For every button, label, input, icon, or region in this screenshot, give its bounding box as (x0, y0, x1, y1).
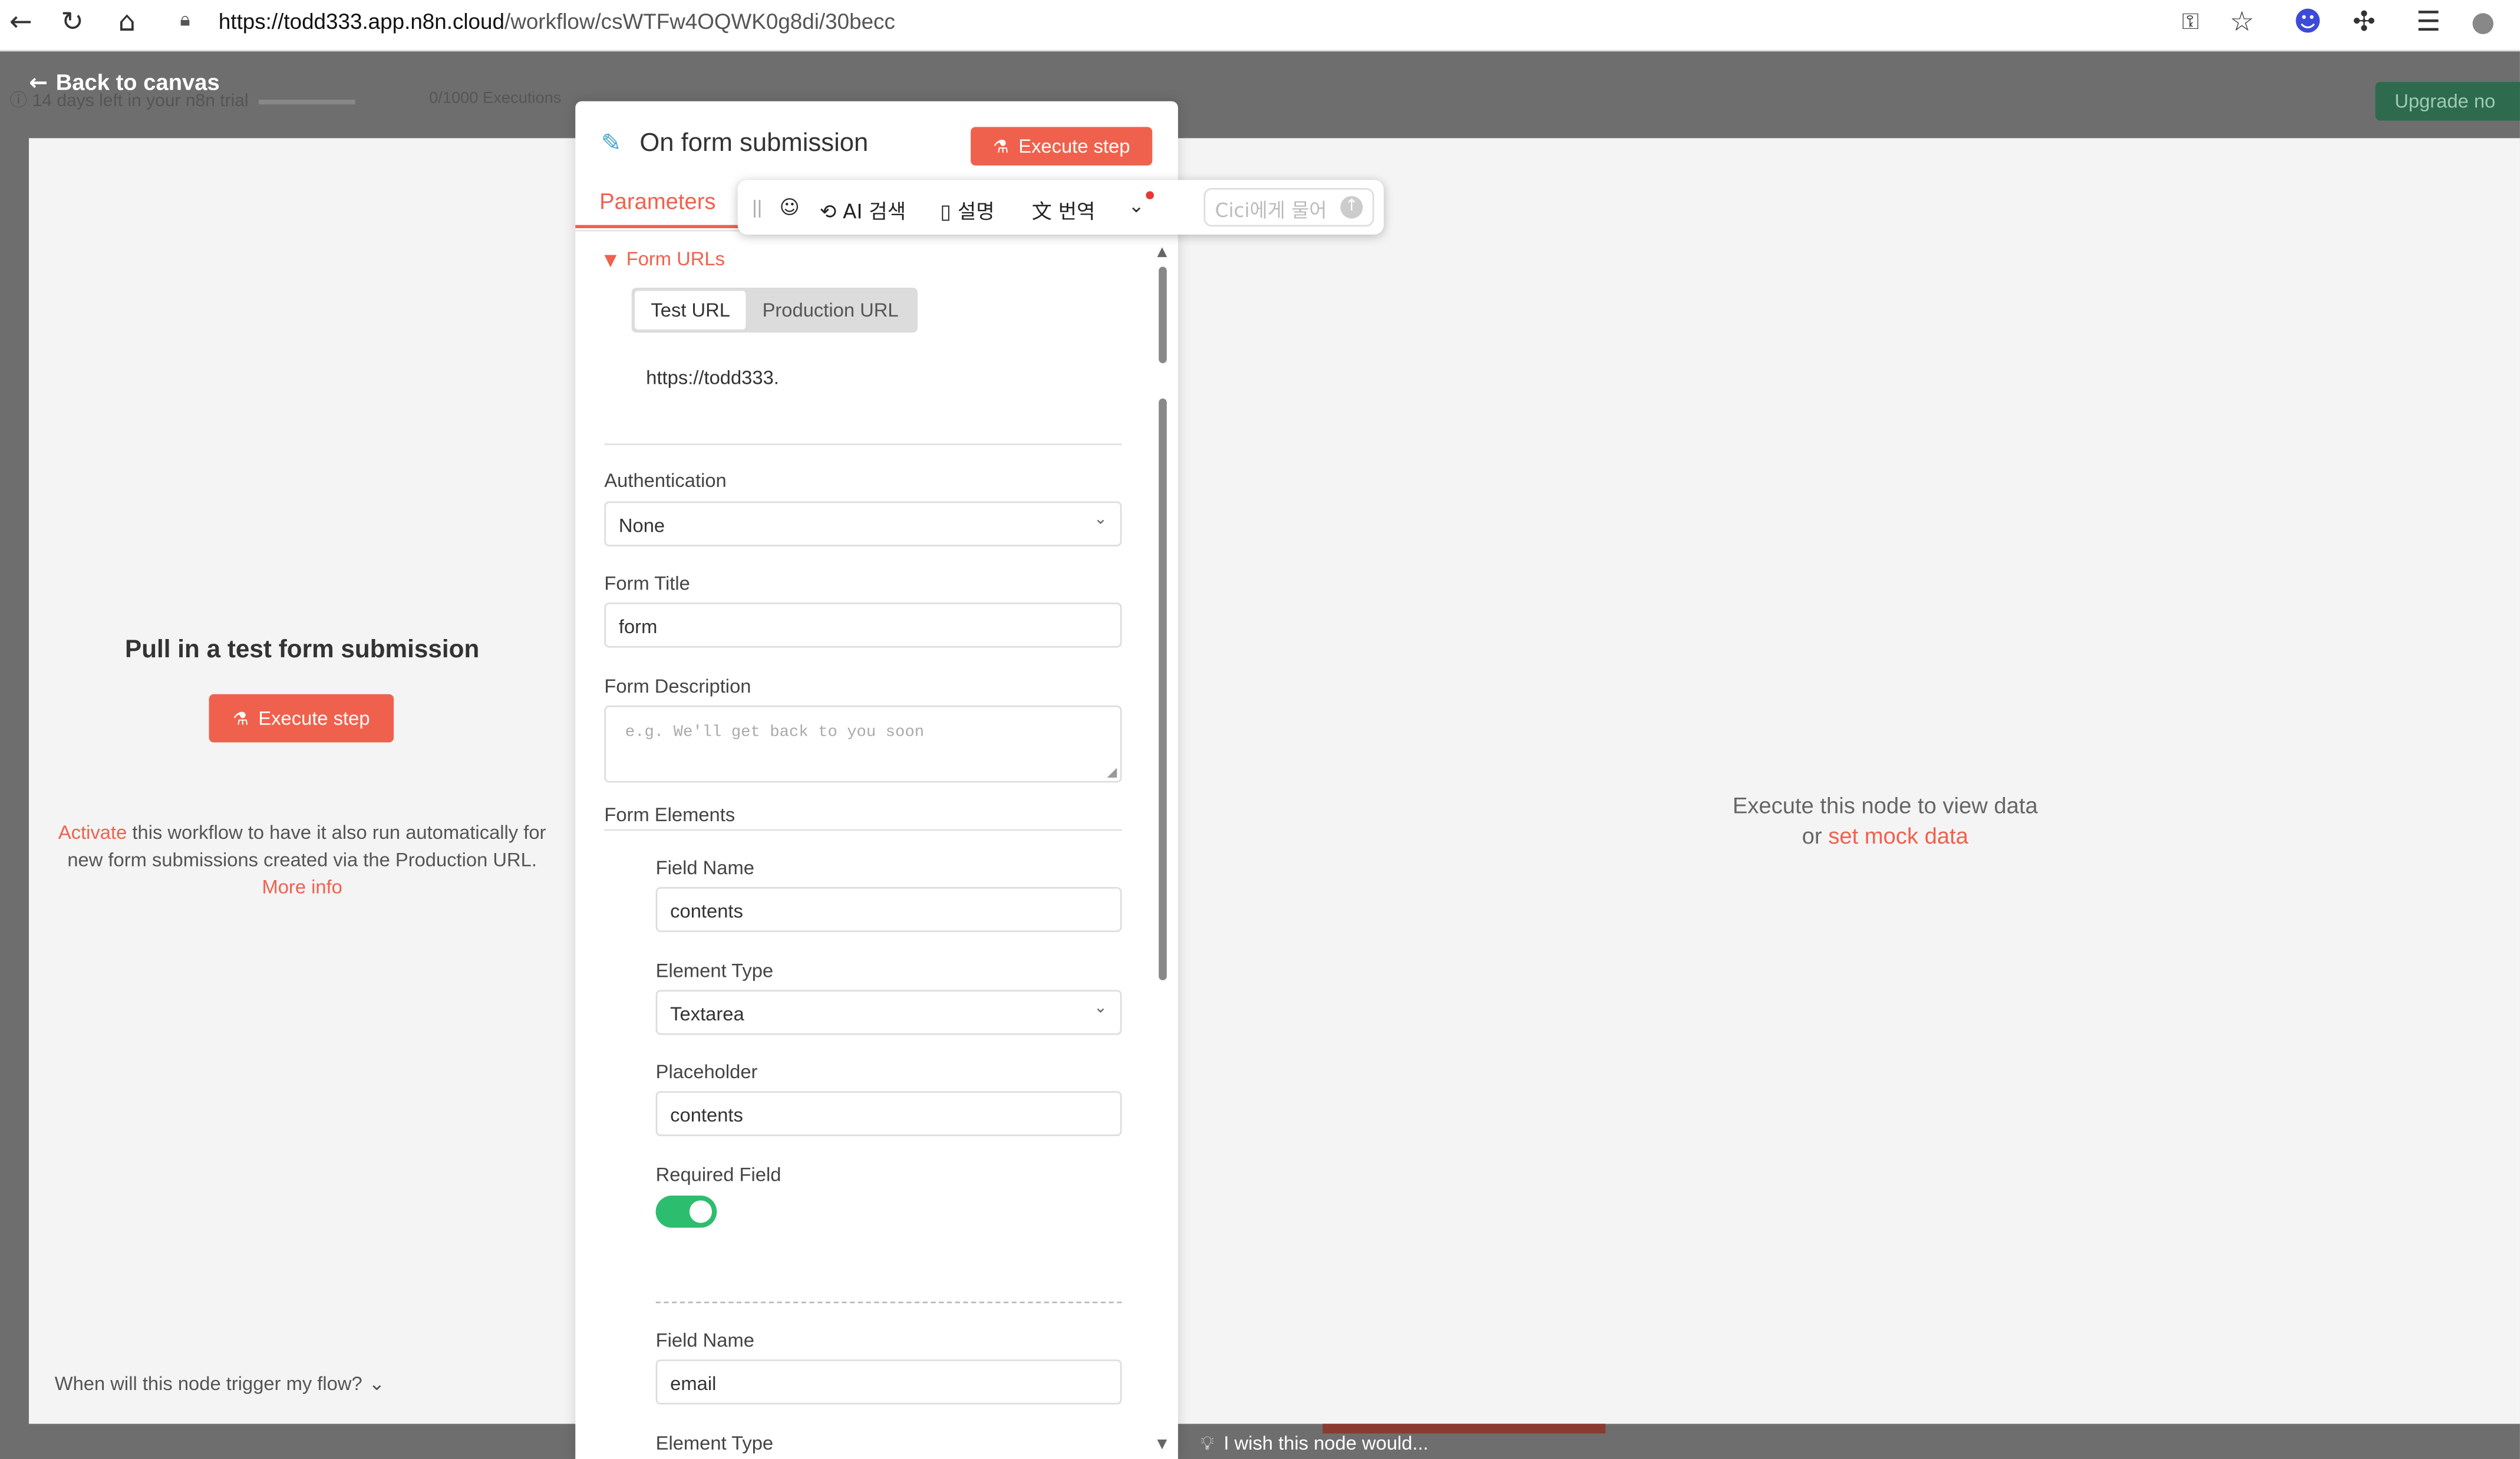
chevron-down-icon: ▼ (604, 252, 617, 270)
app-background: ⓘ 14 days left in your n8n trial 0/1000 … (0, 51, 2520, 1459)
activate-link[interactable]: Activate (58, 821, 127, 844)
execute-step-button[interactable]: ⚗ Execute step (209, 694, 394, 743)
required-field-label: Required Field (655, 1163, 781, 1186)
node-header: ✎ On form submission ⚗ Execute step (575, 101, 1178, 182)
or-text: or (1802, 822, 1829, 849)
activate-hint: Activate this workflow to have it also r… (58, 821, 546, 898)
key-icon[interactable]: ⚿ (2173, 5, 2208, 40)
back-arrow-icon: ← (29, 70, 48, 97)
field-name-label: Field Name (655, 856, 754, 880)
ask-assistant-input[interactable]: Cici에게 물어 ↑ (1203, 187, 1374, 227)
reload-icon[interactable]: ↻ (55, 5, 90, 40)
assistant-avatar-icon[interactable]: ☺ (780, 196, 800, 219)
upgrade-button[interactable]: Upgrade no (2375, 82, 2520, 121)
more-info-link[interactable]: More info (262, 876, 342, 898)
form-elements-label: Form Elements (604, 803, 735, 826)
notification-dot (1146, 191, 1154, 200)
node-details-view: Pull in a test form submission ⚗ Execute … (29, 138, 2520, 1424)
scroll-thumb[interactable] (1159, 266, 1167, 364)
form-urls-toggle[interactable]: ▼ Form URLs (604, 248, 725, 270)
element-type-select[interactable]: Textarea ⌄ (655, 990, 1122, 1035)
field-name-label: Field Name (655, 1329, 754, 1352)
browser-toolbar: ← ↻ ⌂ 🔒︎ https://todd333.app.n8n.cloud/w… (0, 0, 2520, 52)
puzzle-icon[interactable]: ✣ (2346, 5, 2382, 40)
executions-count: 0/1000 Executions (429, 90, 562, 108)
scroll-down-icon[interactable]: ▼ (1157, 1437, 1167, 1451)
lightbulb-icon: 💡︎ (1200, 1431, 1214, 1455)
input-pane-title: Pull in a test form submission (125, 636, 480, 664)
node-title[interactable]: On form submission (639, 130, 868, 159)
back-arrow-icon[interactable]: ← (3, 5, 38, 40)
ai-assistant-toolbar: || ☺ ⟲ AI 검색 ▯ 설명 文 번역 ⌄ Cici에게 물어 ↑ (737, 180, 1384, 235)
resize-grip-icon[interactable]: ◢ (1107, 765, 1117, 780)
viewport: ← ↻ ⌂ 🔒︎ https://todd333.app.n8n.cloud/w… (0, 0, 2520, 1459)
trigger-info-toggle[interactable]: When will this node trigger my flow? ⌄ (55, 1372, 385, 1395)
production-url-tab[interactable]: Production URL (746, 291, 915, 329)
field-name-input[interactable]: email (655, 1359, 1122, 1405)
scrollbar[interactable]: ▲ ▼ (1157, 244, 1170, 1457)
element-type-label: Element Type (655, 959, 774, 982)
form-title-label: Form Title (604, 572, 690, 595)
webhook-url[interactable]: https://todd333. (646, 367, 779, 389)
star-icon[interactable]: ☆ (2224, 5, 2260, 40)
element-divider (655, 1302, 1122, 1303)
required-field-toggle[interactable] (655, 1195, 717, 1228)
tab-parameters[interactable]: Parameters (599, 188, 715, 214)
authentication-label: Authentication (604, 469, 727, 492)
favorites-icon[interactable]: ☰ (2411, 5, 2446, 40)
home-icon[interactable]: ⌂ (109, 5, 144, 40)
form-title-input[interactable]: form (604, 602, 1122, 648)
extension-face-icon[interactable]: ☻ (2290, 5, 2326, 40)
parameters-body: ▲ ▼ ▼ Form URLs Test URL Production URL h… (575, 232, 1178, 1459)
element-type-label: Element Type (655, 1431, 774, 1455)
form-description-label: Form Description (604, 674, 751, 698)
placeholder-input[interactable]: contents (655, 1091, 1122, 1137)
output-pane: Execute this node to view data or set mo… (1177, 138, 2520, 1424)
test-url-tab[interactable]: Test URL (635, 291, 747, 330)
flask-icon: ⚗ (233, 707, 249, 729)
node-panel: ✎ On form submission ⚗ Execute step Param… (575, 101, 1178, 1459)
url-text: https://todd333.app.n8n.cloud/workflow/c… (218, 9, 895, 34)
address-bar[interactable]: 🔒︎ https://todd333.app.n8n.cloud/workflo… (167, 3, 2272, 42)
chevron-down-icon[interactable]: ⌄ (1128, 195, 1144, 217)
chevron-down-icon: ⌄ (368, 1372, 385, 1395)
explain-button[interactable]: ▯ 설명 (940, 195, 994, 225)
chevron-down-icon: ⌄ (1094, 511, 1107, 529)
output-empty-message: Execute this node to view data or set mo… (1178, 791, 2520, 852)
scroll-track-segment[interactable] (1159, 398, 1167, 980)
flask-icon: ⚗ (992, 136, 1009, 157)
back-to-canvas-button[interactable]: ← Back to canvas (29, 69, 220, 96)
profile-avatar-icon[interactable]: ● (2465, 5, 2501, 40)
form-description-input[interactable]: e.g. We'll get back to you soon ◢ (604, 705, 1122, 783)
ask-placeholder: Cici에게 물어 (1215, 199, 1327, 222)
send-arrow-icon[interactable]: ↑ (1340, 196, 1363, 219)
output-message: Execute this node to view data (1732, 792, 2038, 818)
divider (604, 443, 1122, 446)
input-pane: Pull in a test form submission ⚗ Execute … (29, 138, 576, 1424)
authentication-select[interactable]: None ⌄ (604, 501, 1122, 546)
form-description-placeholder: e.g. We'll get back to you soon (625, 724, 925, 743)
form-icon: ✎ (601, 129, 622, 158)
chevron-down-icon: ⌄ (1094, 999, 1107, 1017)
feedback-button[interactable]: 💡︎ I wish this node would... (1200, 1432, 1429, 1456)
ai-search-button[interactable]: ⟲ AI 검색 (820, 195, 906, 225)
field-name-input[interactable]: contents (655, 887, 1122, 933)
node-execute-step-button[interactable]: ⚗ Execute step (971, 127, 1153, 166)
drag-handle[interactable]: || (752, 196, 762, 219)
toggle-knob (689, 1200, 713, 1223)
trial-progress (258, 98, 355, 104)
placeholder-label: Placeholder (655, 1061, 758, 1083)
url-type-switch: Test URL Production URL (631, 287, 918, 333)
scroll-up-icon[interactable]: ▲ (1157, 244, 1167, 259)
divider (604, 829, 1122, 831)
set-mock-data-link[interactable]: set mock data (1828, 823, 1968, 849)
lock-icon: 🔒︎ (180, 8, 190, 31)
active-tab-indicator (575, 225, 740, 229)
translate-button[interactable]: 文 번역 (1032, 195, 1096, 225)
